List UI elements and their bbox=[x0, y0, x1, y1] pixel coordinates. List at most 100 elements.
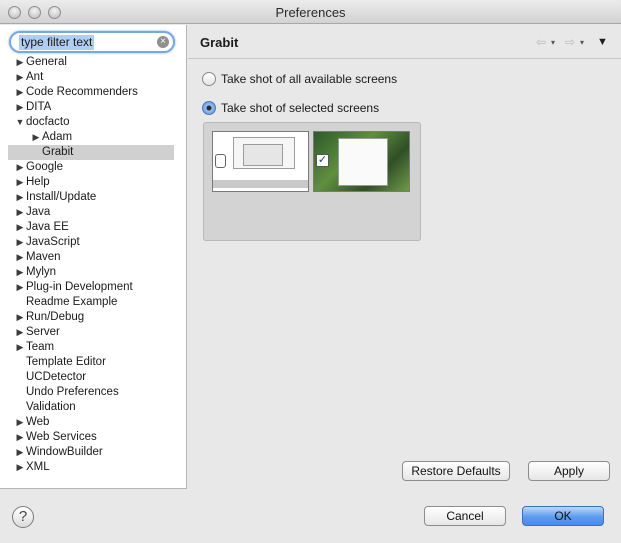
tree-item[interactable]: ▶ Team bbox=[0, 340, 186, 355]
tree-item-label: Grabit bbox=[42, 146, 74, 158]
tree-item-label: General bbox=[26, 56, 67, 68]
tree-item-label: Undo Preferences bbox=[26, 386, 119, 398]
collapsed-twisty-icon[interactable]: ▶ bbox=[15, 325, 25, 340]
help-icon[interactable]: ? bbox=[12, 506, 34, 528]
view-menu-icon[interactable]: ▼ bbox=[597, 36, 608, 48]
tree-item[interactable]: Validation bbox=[0, 400, 186, 415]
collapsed-twisty-icon[interactable]: ▶ bbox=[15, 310, 25, 325]
tree-item[interactable]: Grabit bbox=[8, 145, 174, 160]
tree-item[interactable]: ▶ Ant bbox=[0, 70, 186, 85]
tree-item-label: DITA bbox=[26, 101, 52, 113]
selected-screens-label[interactable]: Take shot of selected screens bbox=[221, 101, 379, 115]
all-screens-option[interactable]: Take shot of all available screens bbox=[202, 72, 402, 88]
tree-item[interactable]: ▶ JavaScript bbox=[0, 235, 186, 250]
collapsed-twisty-icon[interactable]: ▶ bbox=[15, 55, 25, 70]
tree-item[interactable]: ▶ Adam bbox=[0, 130, 186, 145]
expanded-twisty-icon[interactable]: ▼ bbox=[15, 115, 25, 130]
tree-item[interactable]: ▶ WindowBuilder bbox=[0, 445, 186, 460]
collapsed-twisty-icon[interactable]: ▶ bbox=[15, 220, 25, 235]
tree-item[interactable]: ▶ Maven bbox=[0, 250, 186, 265]
tree-item[interactable]: Undo Preferences bbox=[0, 385, 186, 400]
collapsed-twisty-icon[interactable]: ▶ bbox=[15, 85, 25, 100]
tree-item[interactable]: ▶ Run/Debug bbox=[0, 310, 186, 325]
back-arrow-icon[interactable]: ⇦ bbox=[536, 35, 546, 49]
collapsed-twisty-icon[interactable]: ▶ bbox=[15, 415, 25, 430]
tree-item-label: Readme Example bbox=[26, 296, 118, 308]
tree-item-label: Web bbox=[26, 416, 50, 428]
tree-item-label: UCDetector bbox=[26, 371, 87, 383]
tree-item[interactable]: Readme Example bbox=[0, 295, 186, 310]
collapsed-twisty-icon[interactable]: ▶ bbox=[15, 190, 25, 205]
tree-item-label: XML bbox=[26, 461, 50, 473]
all-screens-label[interactable]: Take shot of all available screens bbox=[221, 72, 397, 86]
collapsed-twisty-icon[interactable]: ▶ bbox=[15, 100, 25, 115]
collapsed-twisty-icon[interactable]: ▶ bbox=[15, 205, 25, 220]
thumbnail-taskbar bbox=[213, 180, 308, 188]
tree-item[interactable]: ▶ Google bbox=[0, 160, 186, 175]
forward-history-dropdown-icon[interactable]: ▾ bbox=[580, 38, 584, 47]
tree-item[interactable]: ▶ Plug-in Development bbox=[0, 280, 186, 295]
tree-item-label: Help bbox=[26, 176, 50, 188]
tree-item[interactable]: ▶ General bbox=[0, 55, 186, 70]
tree-item[interactable]: ▶ Help bbox=[0, 175, 186, 190]
collapsed-twisty-icon[interactable]: ▶ bbox=[31, 130, 41, 145]
tree-item-label: Run/Debug bbox=[26, 311, 85, 323]
back-history-dropdown-icon[interactable]: ▾ bbox=[551, 38, 555, 47]
collapsed-twisty-icon[interactable]: ▶ bbox=[15, 235, 25, 250]
collapsed-twisty-icon[interactable]: ▶ bbox=[15, 250, 25, 265]
tree-item-label: Template Editor bbox=[26, 356, 106, 368]
tree-item[interactable]: ▶ Code Recommenders bbox=[0, 85, 186, 100]
collapsed-twisty-icon[interactable]: ▶ bbox=[15, 160, 25, 175]
tree-item[interactable]: ▶ XML bbox=[0, 460, 186, 475]
tree-item-label: Mylyn bbox=[26, 266, 57, 278]
title-bar: Preferences bbox=[0, 0, 621, 24]
tree-item[interactable]: ▶ Server bbox=[0, 325, 186, 340]
tree-item[interactable]: UCDetector bbox=[0, 370, 186, 385]
tree-item[interactable]: ▼ docfacto bbox=[0, 115, 186, 130]
tree-item-label: Java EE bbox=[26, 221, 69, 233]
forward-arrow-icon[interactable]: ⇨ bbox=[565, 35, 575, 49]
clear-filter-icon[interactable]: × bbox=[157, 36, 169, 48]
tree-item-label: JavaScript bbox=[26, 236, 80, 248]
collapsed-twisty-icon[interactable]: ▶ bbox=[15, 340, 25, 355]
tree-item[interactable]: ▶ Install/Update bbox=[0, 190, 186, 205]
tree-item-label: Team bbox=[26, 341, 55, 353]
tree-item[interactable]: ▶ Web Services bbox=[0, 430, 186, 445]
collapsed-twisty-icon[interactable]: ▶ bbox=[15, 280, 25, 295]
tree-item[interactable]: ▶ DITA bbox=[0, 100, 186, 115]
all-screens-radio[interactable] bbox=[202, 72, 216, 86]
restore-defaults-button[interactable]: Restore Defaults bbox=[402, 461, 510, 481]
selected-screens-option[interactable]: Take shot of selected screens bbox=[202, 101, 402, 117]
selected-screens-radio[interactable] bbox=[202, 101, 216, 115]
collapsed-twisty-icon[interactable]: ▶ bbox=[15, 70, 25, 85]
collapsed-twisty-icon[interactable]: ▶ bbox=[15, 265, 25, 280]
collapsed-twisty-icon[interactable]: ▶ bbox=[15, 430, 25, 445]
screen-thumbnail-2[interactable]: ✓ bbox=[313, 131, 410, 192]
tree-item-label: Web Services bbox=[26, 431, 97, 443]
cancel-button[interactable]: Cancel bbox=[424, 506, 506, 526]
filter-field[interactable]: type filter text × bbox=[9, 31, 175, 53]
filter-input[interactable]: type filter text bbox=[19, 35, 95, 50]
ok-button[interactable]: OK bbox=[522, 506, 604, 526]
collapsed-twisty-icon[interactable]: ▶ bbox=[15, 460, 25, 475]
tree-item-label: Server bbox=[26, 326, 60, 338]
preferences-sidebar: type filter text × ▶ General ▶ Ant ▶ Code Rec… bbox=[0, 25, 187, 489]
tree-item-label: Code Recommenders bbox=[26, 86, 138, 98]
thumbnail-dialog bbox=[243, 144, 283, 166]
tree-item[interactable]: Template Editor bbox=[0, 355, 186, 370]
tree-item[interactable]: ▶ Java bbox=[0, 205, 186, 220]
tree-item-label: docfacto bbox=[26, 116, 70, 128]
collapsed-twisty-icon[interactable]: ▶ bbox=[15, 445, 25, 460]
thumbnail-document bbox=[338, 138, 388, 186]
dialog-button-bar: ? Cancel OK bbox=[0, 490, 621, 543]
screen-thumbnail-1[interactable] bbox=[212, 131, 309, 192]
screen-1-checkbox[interactable] bbox=[215, 154, 226, 168]
screen-2-checkbox[interactable]: ✓ bbox=[316, 154, 329, 167]
preference-tree: ▶ General ▶ Ant ▶ Code Recommenders ▶ DITA ▼ docf… bbox=[0, 55, 186, 475]
page-title: Grabit bbox=[200, 35, 239, 50]
tree-item[interactable]: ▶ Mylyn bbox=[0, 265, 186, 280]
collapsed-twisty-icon[interactable]: ▶ bbox=[15, 175, 25, 190]
tree-item[interactable]: ▶ Web bbox=[0, 415, 186, 430]
tree-item[interactable]: ▶ Java EE bbox=[0, 220, 186, 235]
apply-button[interactable]: Apply bbox=[528, 461, 610, 481]
